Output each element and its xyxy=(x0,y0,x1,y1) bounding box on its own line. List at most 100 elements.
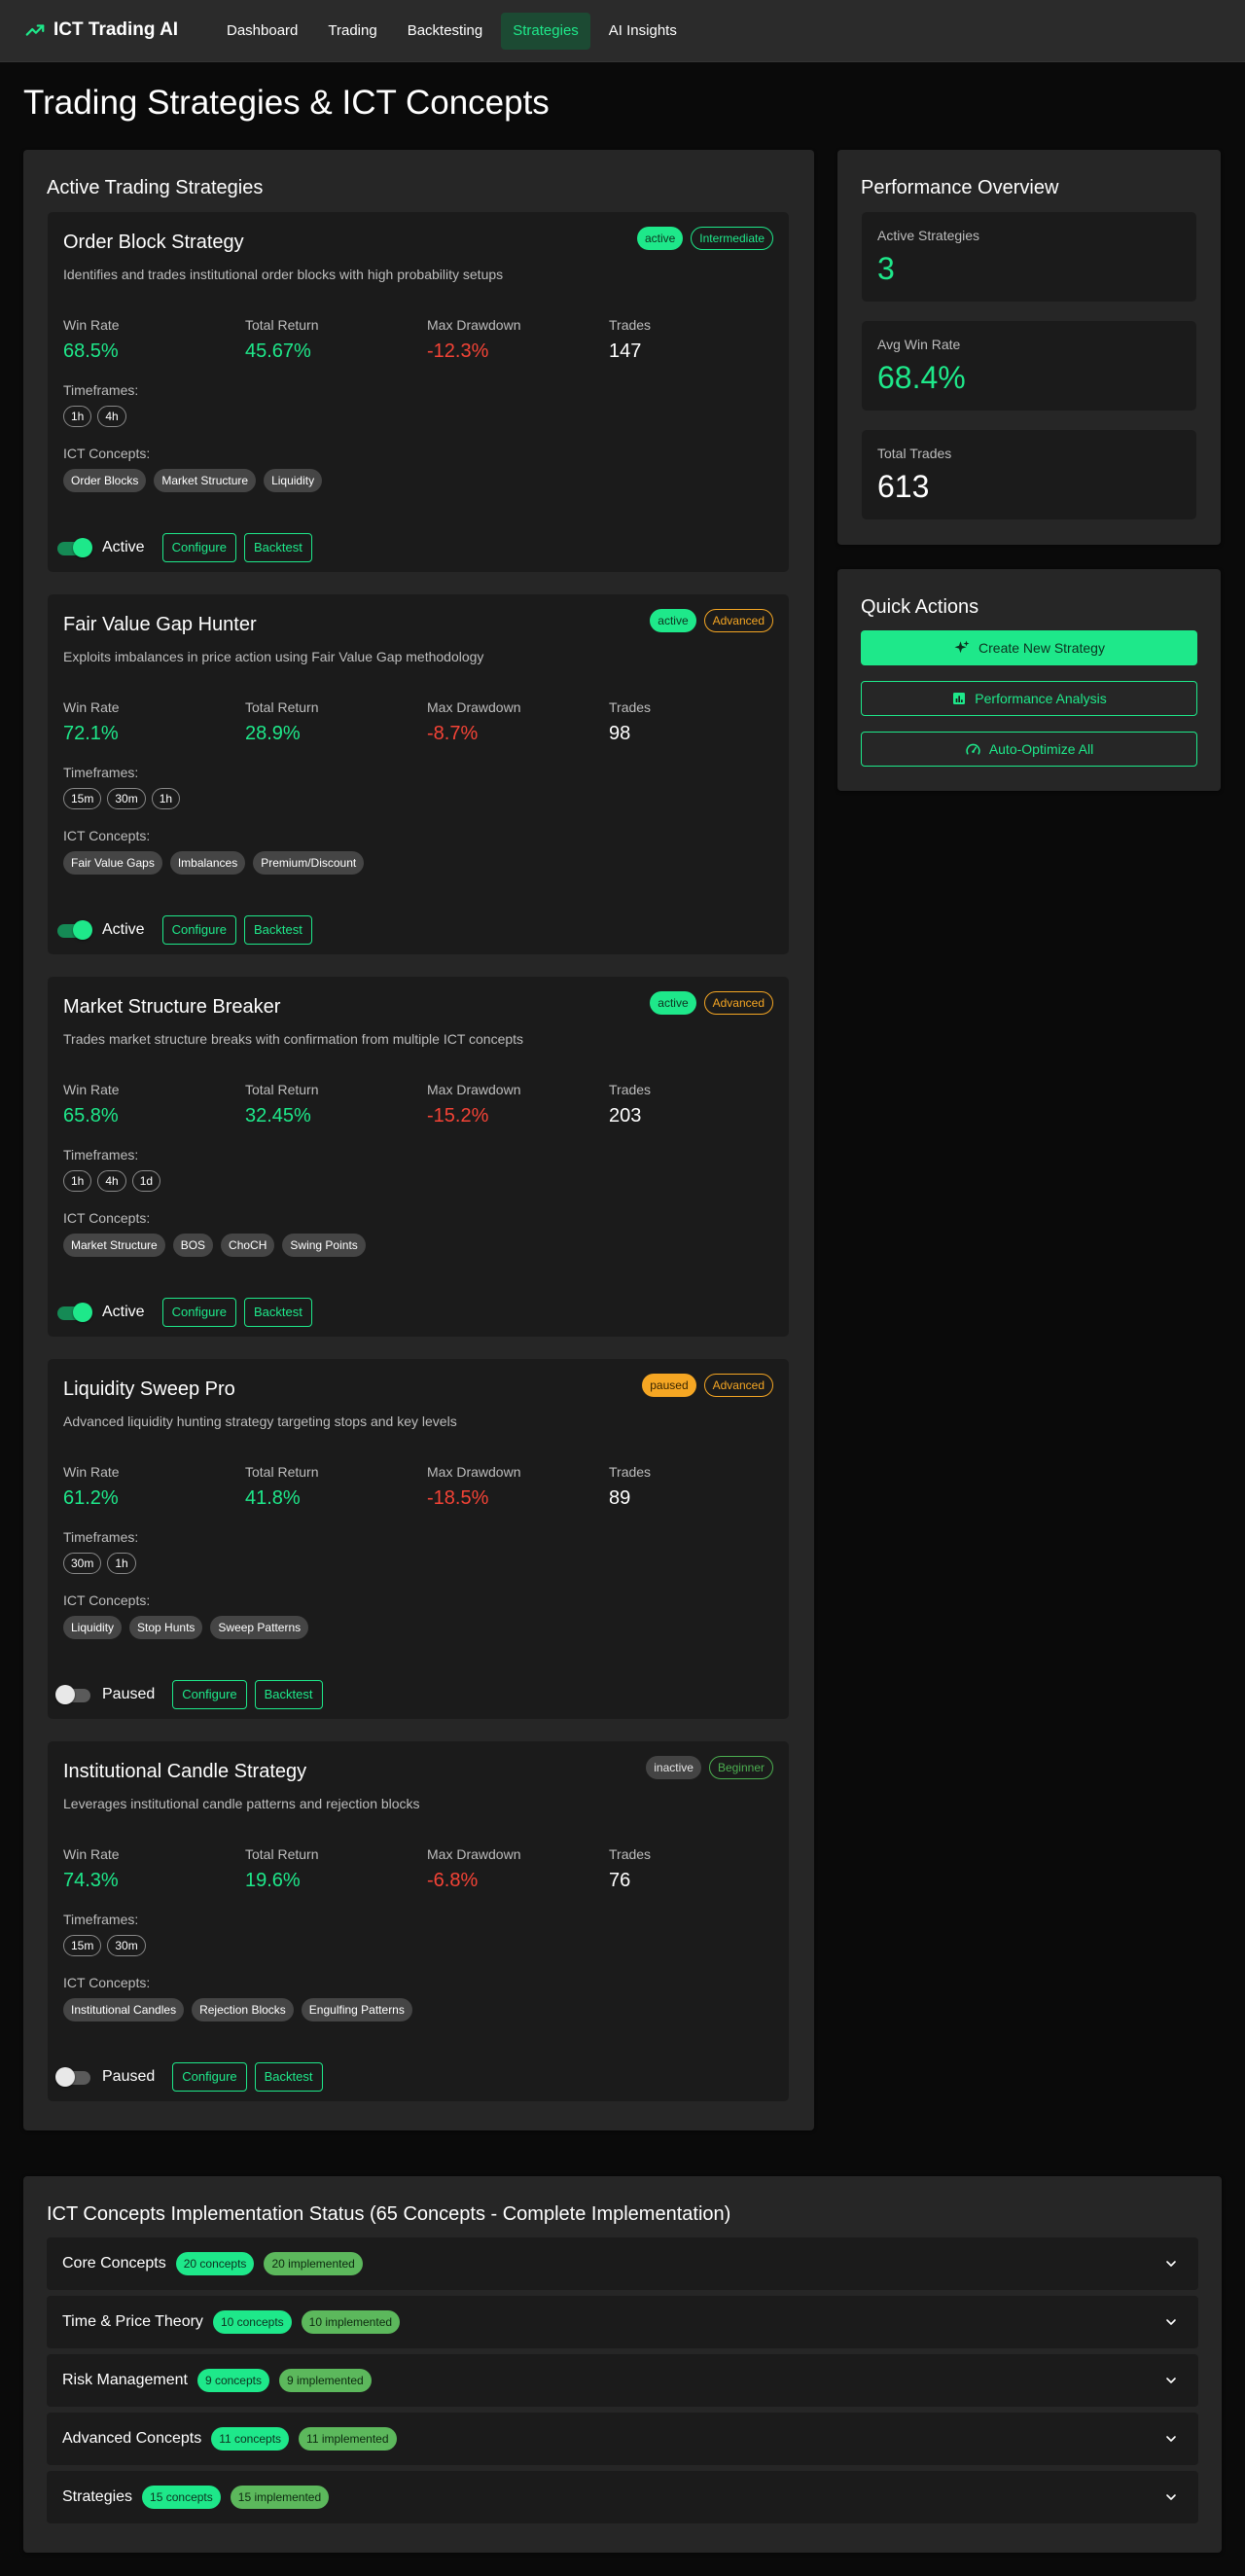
concept-group-row[interactable]: Risk Management 9 concepts 9 implemented xyxy=(47,2354,1198,2407)
toggle-knob xyxy=(73,538,92,557)
stat-value: 65.8% xyxy=(63,1105,119,1127)
concept-chip: Fair Value Gaps xyxy=(63,851,162,875)
stat-value: -6.8% xyxy=(427,1870,479,1891)
concept-group-row[interactable]: Advanced Concepts 11 concepts 11 implement… xyxy=(47,2413,1198,2465)
perf-value: 3 xyxy=(877,251,895,286)
backtest-button[interactable]: Backtest xyxy=(254,1680,323,1709)
concepts-list: Liquidity Stop Hunts Sweep Patterns xyxy=(63,1616,316,1639)
chevron-down-icon[interactable] xyxy=(1163,2256,1179,2272)
strategy-name: Institutional Candle Strategy xyxy=(63,1761,307,1782)
toggle-knob xyxy=(73,920,92,940)
strategy-name: Fair Value Gap Hunter xyxy=(63,614,257,635)
stat-label: Max Drawdown xyxy=(427,317,521,333)
stat-value: 41.8% xyxy=(245,1487,301,1509)
strategy-description: Advanced liquidity hunting strategy targ… xyxy=(63,1413,457,1429)
configure-button[interactable]: Configure xyxy=(161,915,236,945)
level-badge: Intermediate xyxy=(691,227,773,250)
nav-ai-insights[interactable]: AI Insights xyxy=(597,13,689,50)
strategy-toggle[interactable] xyxy=(55,1685,92,1704)
concept-chip: Order Blocks xyxy=(63,469,147,492)
timeframe-chip: 15m xyxy=(63,1935,102,1956)
concepts-list: Fair Value Gaps Imbalances Premium/Discoun… xyxy=(63,851,372,875)
concept-group-row[interactable]: Strategies 15 concepts 15 implemented xyxy=(47,2471,1198,2523)
configure-button[interactable]: Configure xyxy=(172,2062,247,2092)
timeframe-chip: 30m xyxy=(107,1935,146,1956)
backtest-button[interactable]: Backtest xyxy=(243,533,312,562)
stat-win-rate: Win Rate 72.1% xyxy=(63,699,120,745)
chevron-down-icon[interactable] xyxy=(1163,2314,1179,2330)
concept-chip: Market Structure xyxy=(63,1234,165,1257)
stat-win-rate: Win Rate 68.5% xyxy=(63,317,120,363)
strategies-panel: Active Trading Strategies Order Block St… xyxy=(23,150,814,2130)
performance-analysis-label: Performance Analysis xyxy=(975,691,1107,706)
concept-group-row[interactable]: Time & Price Theory 10 concepts 10 impleme… xyxy=(47,2296,1198,2348)
strategy-toggle[interactable] xyxy=(55,538,92,557)
strategy-toggle[interactable] xyxy=(55,2067,92,2087)
stat-label: Total Return xyxy=(245,1082,319,1097)
concepts-label: ICT Concepts: xyxy=(63,446,151,461)
strategy-card: Market Structure Breaker active Advanced Tr… xyxy=(47,976,790,1338)
stat-label: Win Rate xyxy=(63,699,120,715)
chevron-down-icon[interactable] xyxy=(1163,2373,1179,2388)
strategy-chips: paused Advanced xyxy=(634,1374,773,1397)
backtest-button[interactable]: Backtest xyxy=(243,1298,312,1327)
strategy-toggle[interactable] xyxy=(55,920,92,940)
concepts-list: Market Structure BOS ChoCH Swing Points xyxy=(63,1234,374,1257)
toggle-knob xyxy=(55,1685,75,1704)
page-title: Trading Strategies & ICT Concepts xyxy=(23,84,550,122)
nav-trading[interactable]: Trading xyxy=(316,13,388,50)
nav-dashboard[interactable]: Dashboard xyxy=(215,13,309,50)
concept-chip: Premium/Discount xyxy=(253,851,365,875)
stat-value: -18.5% xyxy=(427,1487,489,1509)
sparkle-icon xyxy=(954,640,970,654)
chart-icon xyxy=(953,693,966,704)
level-badge: Beginner xyxy=(708,1756,773,1779)
concepts-label: ICT Concepts: xyxy=(63,1592,151,1608)
nav-backtesting[interactable]: Backtesting xyxy=(396,13,495,50)
brand[interactable]: ICT Trading AI xyxy=(24,19,178,41)
stat-value: 98 xyxy=(609,723,631,744)
toggle-label: Active xyxy=(102,539,145,555)
backtest-button[interactable]: Backtest xyxy=(243,915,312,945)
stat-label: Trades xyxy=(609,1464,652,1480)
concept-chip: Liquidity xyxy=(264,469,323,492)
concept-chip: Swing Points xyxy=(282,1234,366,1257)
stat-label: Trades xyxy=(609,1082,652,1097)
strategy-toggle[interactable] xyxy=(55,1303,92,1322)
top-nav: ICT Trading AI Dashboard Trading Backtes… xyxy=(0,0,1245,62)
stat-value: 61.2% xyxy=(63,1487,119,1509)
strategy-name: Order Block Strategy xyxy=(63,232,244,253)
concept-group-row[interactable]: Core Concepts 20 concepts 20 implemented xyxy=(47,2237,1198,2290)
stat-win-rate: Win Rate 65.8% xyxy=(63,1082,120,1127)
timeframes-list: 15m 30m 1h xyxy=(63,788,186,809)
chevron-down-icon[interactable] xyxy=(1163,2489,1179,2505)
strategy-chips: active Advanced xyxy=(642,609,773,632)
status-badge: paused xyxy=(642,1374,696,1397)
concept-chip: BOS xyxy=(172,1234,214,1257)
strategy-description: Identifies and trades institutional orde… xyxy=(63,267,504,282)
chevron-down-icon[interactable] xyxy=(1163,2431,1179,2447)
concept-group-name: Time & Price Theory xyxy=(62,2313,203,2330)
strategy-description: Exploits imbalances in price action usin… xyxy=(63,649,484,664)
performance-analysis-button[interactable]: Performance Analysis xyxy=(861,681,1197,716)
auto-optimize-button[interactable]: Auto-Optimize All xyxy=(861,732,1197,767)
stat-value: -15.2% xyxy=(427,1105,489,1127)
stat-trades: Trades 98 xyxy=(609,699,651,745)
stat-trades: Trades 76 xyxy=(609,1846,651,1892)
implemented-count-badge: 11 implemented xyxy=(299,2427,397,2451)
concepts-list: Institutional Candles Rejection Blocks Eng… xyxy=(63,1998,420,2021)
concept-chip: Imbalances xyxy=(169,851,246,875)
configure-button[interactable]: Configure xyxy=(161,533,236,562)
stat-label: Max Drawdown xyxy=(427,1464,521,1480)
nav-strategies[interactable]: Strategies xyxy=(501,13,590,50)
status-badge: inactive xyxy=(646,1756,701,1779)
stat-value: 45.67% xyxy=(245,340,311,362)
configure-button[interactable]: Configure xyxy=(172,1680,247,1709)
quick-actions-panel: Quick Actions Create New Strategy Perfor… xyxy=(837,569,1221,791)
create-strategy-button[interactable]: Create New Strategy xyxy=(861,630,1197,665)
trending-up-icon xyxy=(25,24,45,36)
timeframe-chip: 1h xyxy=(63,406,92,427)
backtest-button[interactable]: Backtest xyxy=(254,2062,323,2092)
configure-button[interactable]: Configure xyxy=(161,1298,236,1327)
timeframes-label: Timeframes: xyxy=(63,765,139,780)
